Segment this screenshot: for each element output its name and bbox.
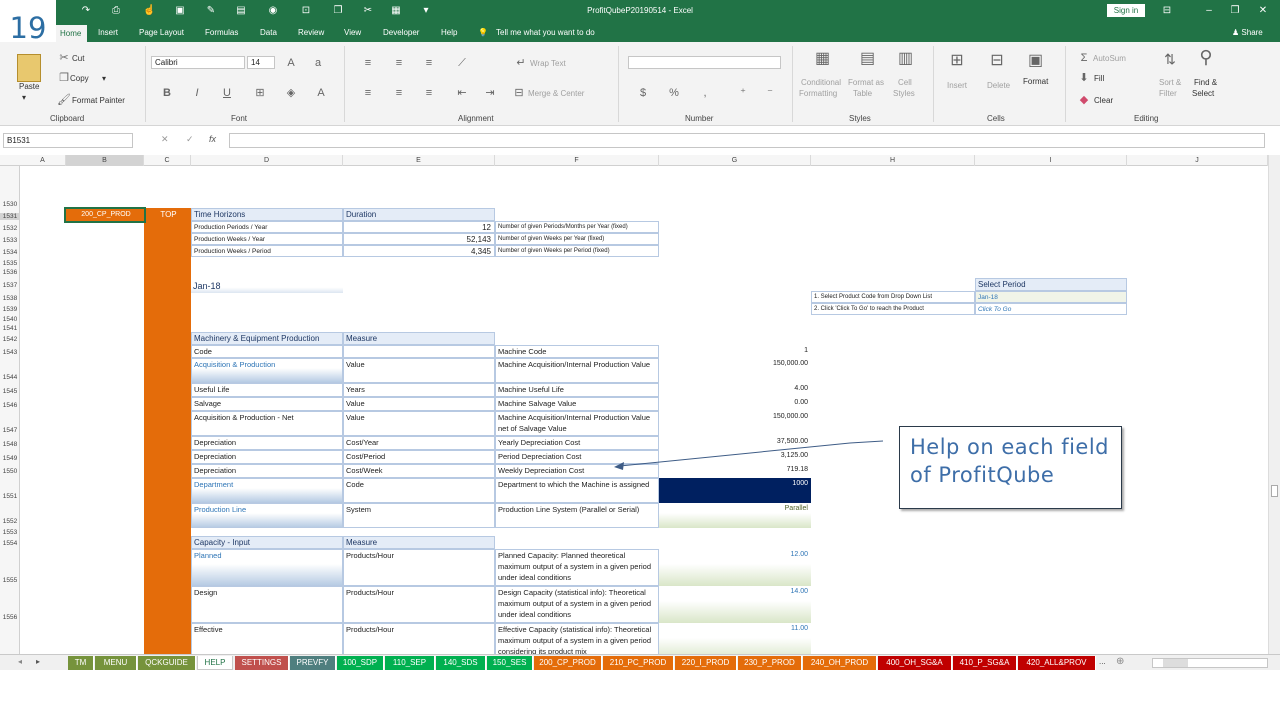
sheet-tab[interactable]: 100_SDP	[337, 656, 384, 670]
sheet-tab[interactable]: 200_CP_PROD	[534, 656, 602, 670]
next-sheet-icon[interactable]: ▸	[36, 657, 40, 666]
sheet-tab[interactable]: 240_OH_PROD	[803, 656, 877, 670]
vertical-scrollbar[interactable]	[1268, 155, 1280, 654]
add-sheet-icon[interactable]: ⊕	[1116, 656, 1124, 667]
help-callout: Help on each field of ProfitQube	[899, 426, 1122, 509]
sheet-tab[interactable]: 210_PC_PROD	[603, 656, 674, 670]
sheet-tab[interactable]: MENU	[95, 656, 137, 670]
scrollbar-thumb[interactable]	[1271, 485, 1278, 497]
sheet-tab[interactable]: 230_P_PROD	[738, 656, 802, 670]
sheet-tab[interactable]: 400_OH_SG&A	[878, 656, 952, 670]
slide-bottom-area	[0, 670, 1280, 720]
horizontal-scrollbar-thumb[interactable]	[1163, 659, 1188, 667]
sheet-tab[interactable]: PREVFY	[290, 656, 336, 670]
sheet-tab[interactable]: 140_SDS	[436, 656, 486, 670]
sheet-tab[interactable]: 150_SES	[487, 656, 533, 670]
sheet-tab-bar: ◂ ▸ TM MENU QCKGUIDE HELP SETTINGS PREVF…	[0, 654, 1280, 670]
sheet-tab[interactable]: 110_SEP	[385, 656, 435, 670]
sheet-tab[interactable]: 420_ALL&PROV	[1018, 656, 1096, 670]
more-sheets-button[interactable]: ...	[1099, 657, 1106, 666]
prev-sheet-icon[interactable]: ◂	[18, 657, 22, 666]
sheet-tab[interactable]: QCKGUIDE	[138, 656, 196, 670]
sheet-tab[interactable]: 220_I_PROD	[675, 656, 737, 670]
horizontal-scrollbar[interactable]	[1152, 658, 1268, 668]
sheet-tab[interactable]: SETTINGS	[235, 656, 289, 670]
sheet-tab-active[interactable]: HELP	[197, 656, 233, 670]
sheet-tab[interactable]: 410_P_SG&A	[953, 656, 1017, 670]
callout-arrow	[614, 440, 884, 470]
sheet-tab[interactable]: TM	[68, 656, 94, 670]
